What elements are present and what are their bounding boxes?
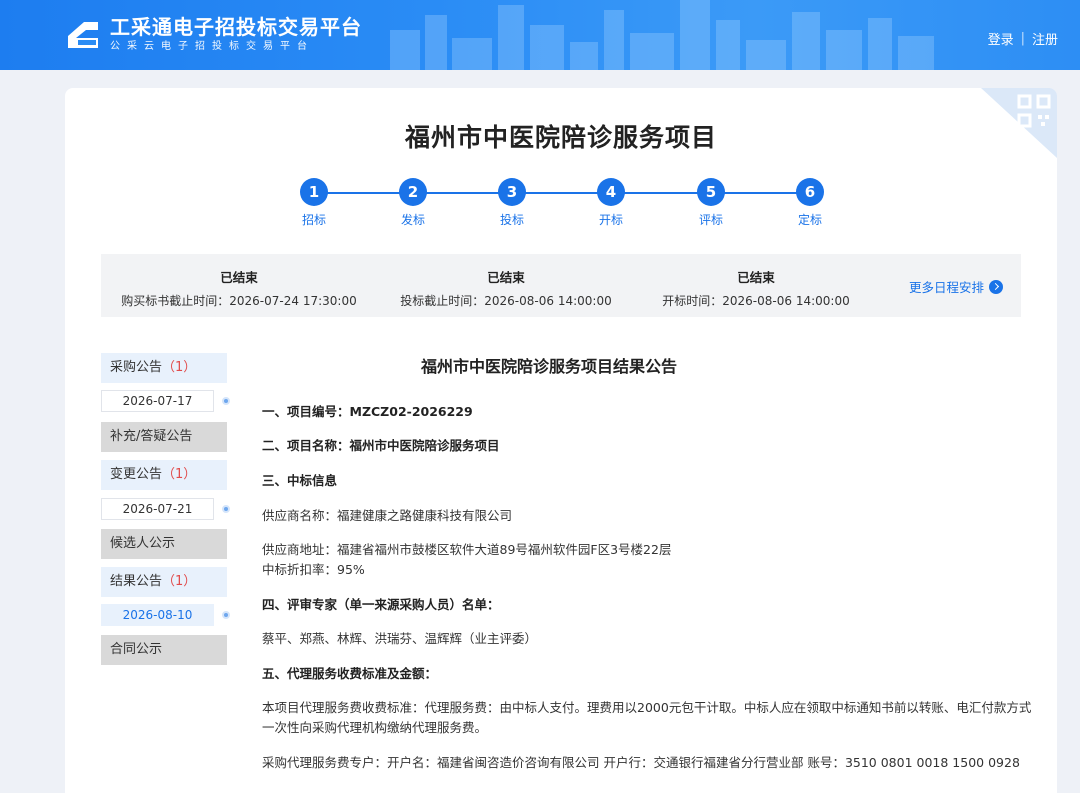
timeline-dot (222, 611, 230, 619)
schedule-detail: 购买标书截止时间：2026-07-24 17:30:00 (121, 294, 357, 308)
step-label: 招标 (301, 213, 326, 227)
supplier-address: 供应商地址：福建省福州市鼓楼区软件大道89号福州软件园F区3号楼22层 (262, 542, 672, 557)
section-winning-info: 三、中标信息 (262, 473, 338, 488)
schedule-status: 已结束 (737, 270, 775, 285)
auth-separator: | (1020, 31, 1025, 46)
sidebar-item-result[interactable]: 结果公告（1） (101, 567, 227, 597)
sidebar-item-label: 采购公告 (110, 360, 163, 375)
sidebar-item-change[interactable]: 变更公告（1） (101, 460, 227, 490)
logo-title: 工采通电子招投标交易平台 (110, 15, 362, 39)
logo-subtitle: 公采云电子招投标交易平台 (110, 41, 314, 52)
step-6[interactable]: 6 定标 (780, 178, 840, 228)
step-label: 投标 (499, 213, 524, 227)
procurement-date[interactable]: 2026-07-17 (101, 390, 214, 412)
step-number: 5 (697, 178, 725, 206)
login-link[interactable]: 登录 (988, 29, 1014, 48)
step-label: 发标 (400, 213, 425, 227)
sidebar-item-label: 合同公示 (110, 642, 163, 657)
top-header: 工采通电子招投标交易平台 公采云电子招投标交易平台 登录 | 注册 (0, 0, 1080, 70)
step-number: 3 (498, 178, 526, 206)
notice-count: （1） (162, 360, 197, 375)
schedule-status: 已结束 (487, 270, 525, 285)
page-title: 福州市中医院陪诊服务项目 (404, 123, 717, 152)
timeline-dot (222, 505, 230, 513)
more-schedule-link[interactable]: 更多日程安排 (909, 277, 1003, 296)
sidebar-item-label: 候选人公示 (110, 536, 176, 551)
step-1[interactable]: 1 招标 (284, 178, 344, 228)
timeline-dot (222, 397, 230, 405)
sidebar-item-supplement[interactable]: 补充/答疑公告 (101, 422, 227, 452)
sidebar-item-candidate[interactable]: 候选人公示 (101, 529, 227, 559)
sidebar-item-contract[interactable]: 合同公示 (101, 635, 227, 665)
auth-links: 登录 | 注册 (988, 29, 1058, 48)
section-agency-fee: 五、代理服务收费标准及金额： (262, 666, 438, 681)
notice-count: （1） (162, 574, 197, 589)
logo-icon (68, 22, 98, 48)
register-link[interactable]: 注册 (1032, 29, 1058, 48)
supplier-name: 供应商名称：福建健康之路健康科技有限公司 (262, 508, 513, 523)
sidebar-item-label: 补充/答疑公告 (110, 429, 193, 444)
schedule-item-opening: 已结束 开标时间：2026-08-06 14:00:00 (651, 267, 861, 309)
section-experts: 四、评审专家（单一来源采购人员）名单： (262, 597, 500, 612)
step-4[interactable]: 4 开标 (581, 178, 641, 228)
sidebar-item-procurement[interactable]: 采购公告（1） (101, 353, 227, 383)
schedule-detail: 开标时间：2026-08-06 14:00:00 (662, 294, 850, 308)
step-number: 6 (796, 178, 824, 206)
change-date[interactable]: 2026-07-21 (101, 498, 214, 520)
step-2[interactable]: 2 发标 (383, 178, 443, 228)
fee-standard-line2: 一次性向采购代理机构缴纳代理服务费。 (262, 720, 488, 735)
city-skyline-decoration (390, 0, 934, 70)
sidebar-item-label: 变更公告 (110, 467, 163, 482)
step-number: 4 (597, 178, 625, 206)
schedule-bar: 已结束 购买标书截止时间：2026-07-24 17:30:00 已结束 投标截… (101, 254, 1021, 317)
project-number: 一、项目编号：MZCZ02-2026229 (262, 404, 473, 419)
schedule-detail: 投标截止时间：2026-08-06 14:00:00 (400, 294, 612, 308)
platform-logo[interactable]: 工采通电子招投标交易平台 公采云电子招投标交易平台 (64, 12, 362, 58)
article-title: 福州市中医院陪诊服务项目结果公告 (420, 357, 677, 376)
discount-rate: 中标折扣率：95% (262, 562, 365, 577)
step-label: 开标 (598, 213, 623, 227)
result-date-selected[interactable]: 2026-08-10 (101, 604, 214, 626)
step-3[interactable]: 3 投标 (482, 178, 542, 228)
step-number: 1 (300, 178, 328, 206)
schedule-status: 已结束 (220, 270, 258, 285)
project-card: 福州市中医院陪诊服务项目 1 招标 2 发标 3 投标 4 开标 5 评标 6 … (65, 88, 1057, 793)
schedule-item-purchase: 已结束 购买标书截止时间：2026-07-24 17:30:00 (119, 267, 359, 309)
step-label: 定标 (797, 213, 822, 227)
fee-standard-line1: 本项目代理服务费收费标准：代理服务费：由中标人支付。理费用以2000元包干计取。… (262, 700, 1032, 715)
step-label: 评标 (698, 213, 723, 227)
schedule-item-bid: 已结束 投标截止时间：2026-08-06 14:00:00 (391, 267, 621, 309)
more-schedule-label: 更多日程安排 (908, 280, 984, 295)
progress-steps: 1 招标 2 发标 3 投标 4 开标 5 评标 6 定标 (300, 178, 824, 228)
project-name: 二、项目名称：福州市中医院陪诊服务项目 (262, 438, 500, 453)
step-5[interactable]: 5 评标 (681, 178, 741, 228)
fee-account: 采购代理服务费专户：开户名：福建省闽咨造价咨询有限公司 开户行：交通银行福建省分… (262, 755, 1020, 770)
experts-list: 蔡平、郑燕、林辉、洪瑞芬、温辉辉（业主评委） (262, 631, 538, 646)
notice-count: （1） (162, 467, 197, 482)
sidebar-item-label: 结果公告 (110, 574, 163, 589)
chevron-right-icon (989, 279, 1003, 294)
step-number: 2 (399, 178, 427, 206)
